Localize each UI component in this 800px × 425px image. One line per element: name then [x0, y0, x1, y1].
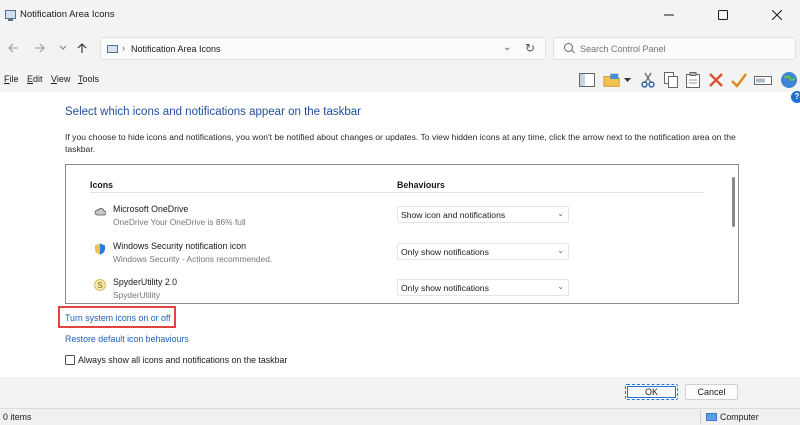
breadcrumb-current[interactable]: Notification Area Icons [131, 44, 221, 54]
forward-arrow-icon [34, 43, 45, 53]
cloud-icon [94, 208, 106, 216]
search-input[interactable] [580, 42, 780, 56]
copy-icon[interactable] [662, 71, 680, 89]
status-bar: 0 items Computer [0, 408, 800, 425]
search-icon [564, 43, 573, 52]
control-panel-icon [5, 10, 16, 21]
close-icon [772, 10, 782, 20]
chevron-down-icon: ⌄ [557, 209, 564, 218]
always-show-label[interactable]: Always show all icons and notifications … [78, 355, 287, 365]
menu-bar: File Edit View Tools [0, 68, 800, 92]
computer-icon [107, 45, 118, 53]
page-description: If you choose to hide icons and notifica… [65, 132, 736, 154]
delete-icon[interactable] [707, 71, 725, 89]
spyder-icon: S [94, 279, 106, 291]
row-name: Windows Security notification icon [113, 241, 246, 251]
recent-locations-button[interactable] [54, 38, 72, 58]
pane-icon[interactable] [578, 71, 596, 89]
row-subtitle: Windows Security - Actions recommended. [113, 254, 273, 264]
icons-table: Icons Behaviours Microsoft OneDrive OneD… [65, 164, 739, 304]
always-show-checkbox[interactable] [65, 355, 75, 365]
up-arrow-icon [77, 42, 87, 53]
close-button[interactable] [754, 0, 800, 30]
title-bar: Notification Area Icons [0, 0, 800, 30]
cut-icon[interactable] [639, 71, 657, 89]
chevron-down-icon: ⌄ [557, 282, 564, 291]
row-name: Microsoft OneDrive [113, 204, 189, 214]
table-scrollbar[interactable] [732, 177, 735, 227]
globe-icon[interactable] [780, 71, 798, 89]
shield-icon [95, 243, 105, 255]
row-subtitle: SpyderUtility [113, 290, 161, 300]
paste-icon[interactable] [684, 71, 702, 89]
maximize-icon [718, 10, 728, 20]
check-icon[interactable] [730, 71, 748, 89]
page-heading: Select which icons and notifications app… [65, 106, 361, 118]
column-header-icons: Icons [90, 180, 113, 190]
forward-button[interactable] [30, 38, 48, 58]
table-row: Windows Security notification icon Windo… [66, 237, 726, 273]
behaviour-select[interactable]: Only show notifications ⌄ [397, 279, 569, 296]
back-arrow-icon [7, 43, 18, 53]
back-button[interactable] [4, 38, 22, 58]
menu-edit[interactable]: Edit [27, 74, 43, 84]
behaviour-select[interactable]: Show icon and notifications ⌄ [397, 206, 569, 223]
svg-text:S: S [97, 281, 102, 290]
behaviour-select[interactable]: Only show notifications ⌄ [397, 243, 569, 260]
column-header-behaviours: Behaviours [397, 180, 445, 190]
behaviour-value: Only show notifications [401, 247, 489, 257]
minimize-icon [664, 14, 674, 16]
restore-defaults-link[interactable]: Restore default icon behaviours [65, 334, 189, 344]
row-subtitle: OneDrive Your OneDrive is 86% full [113, 217, 246, 227]
item-count: 0 items [3, 412, 32, 422]
properties-dropdown-icon[interactable] [622, 71, 632, 89]
behaviour-value: Show icon and notifications [401, 210, 506, 220]
search-box[interactable] [553, 37, 796, 60]
maximize-button[interactable] [700, 0, 746, 30]
rename-icon[interactable] [754, 71, 772, 89]
status-divider [700, 410, 701, 424]
menu-tools[interactable]: Tools [78, 74, 99, 84]
refresh-icon[interactable]: ↻ [525, 41, 535, 55]
turn-system-icons-link[interactable]: Turn system icons on or off [65, 313, 171, 323]
minimize-button[interactable] [646, 0, 692, 30]
menu-view[interactable]: View [51, 74, 70, 84]
address-bar[interactable]: › Notification Area Icons ⌄ ↻ [100, 37, 546, 60]
address-dropdown-icon[interactable]: ⌄ [503, 42, 511, 53]
always-show-checkbox-row[interactable]: Always show all icons and notifications … [65, 354, 287, 366]
chevron-down-icon [59, 45, 67, 50]
properties-icon[interactable] [603, 71, 621, 89]
computer-icon [706, 413, 717, 421]
table-row: S SpyderUtility 2.0 SpyderUtility Only s… [66, 273, 726, 303]
cancel-button[interactable]: Cancel [685, 384, 738, 400]
dialog-buttons: OK Cancel [0, 377, 800, 407]
table-row: Microsoft OneDrive OneDrive Your OneDriv… [66, 200, 726, 236]
behaviour-value: Only show notifications [401, 283, 489, 293]
status-location: Computer [720, 412, 759, 422]
up-button[interactable] [73, 38, 91, 58]
ok-button[interactable]: OK [625, 384, 678, 400]
window-title: Notification Area Icons [20, 9, 115, 20]
row-name: SpyderUtility 2.0 [113, 277, 178, 287]
chevron-down-icon: ⌄ [557, 246, 564, 255]
main-content: Select which icons and notifications app… [0, 92, 800, 377]
header-divider [90, 192, 704, 193]
navigation-bar: › Notification Area Icons ⌄ ↻ [0, 32, 800, 66]
menu-file[interactable]: File [4, 74, 19, 84]
help-icon[interactable]: ? [791, 91, 800, 103]
breadcrumb-chevron-icon[interactable]: › [122, 43, 125, 53]
